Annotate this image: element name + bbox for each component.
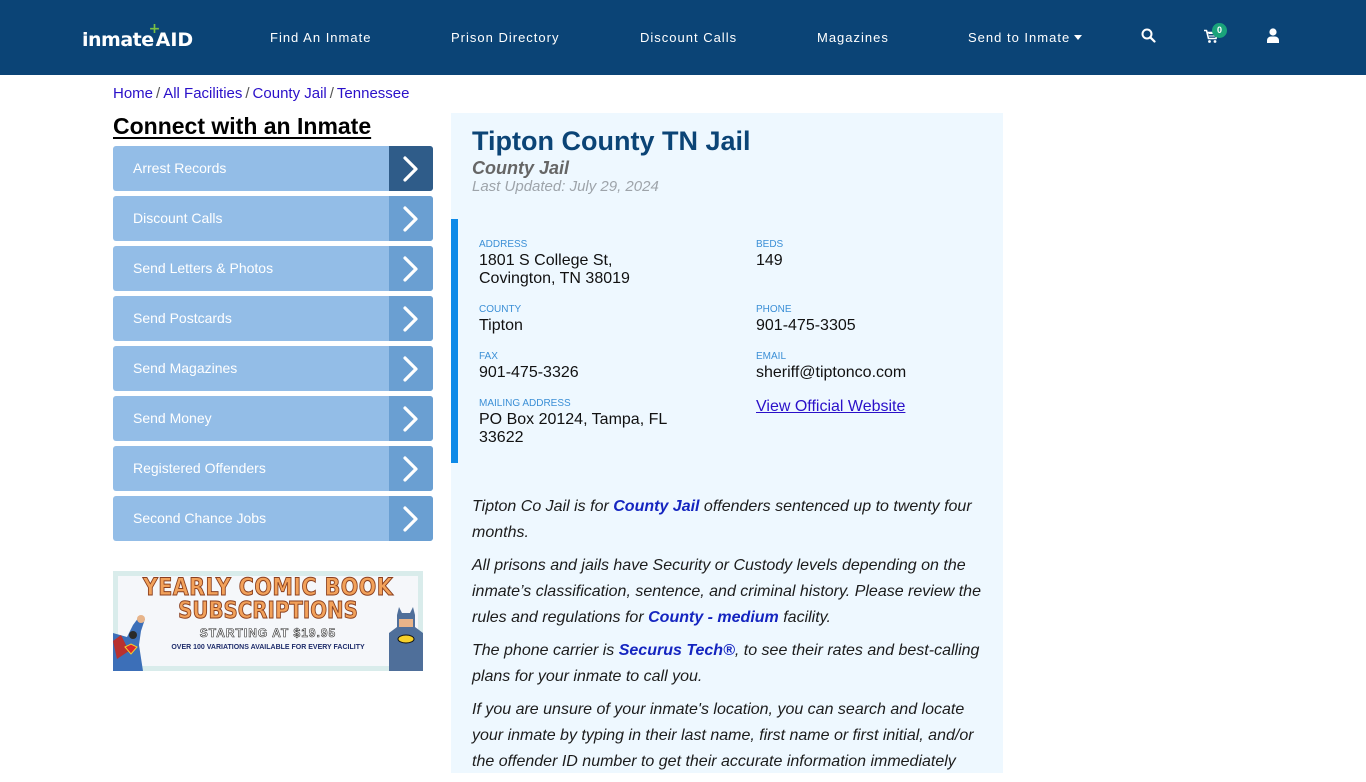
caret-down-icon (1074, 35, 1083, 40)
breadcrumb-separator: / (329, 85, 334, 102)
logo-text-aid: + AID (149, 22, 195, 52)
breadcrumb-all-facilities[interactable]: All Facilities (163, 85, 242, 102)
nav-send-to-inmate[interactable]: Send to Inmate (968, 30, 1083, 46)
chevron-right-icon (389, 246, 433, 291)
fax-field: FAX 901-475-3326 (479, 351, 579, 382)
text: facility. (778, 609, 831, 626)
last-updated: Last Updated: July 29, 2024 (472, 178, 659, 195)
facility-description: Tipton Co Jail is for County Jail offend… (472, 494, 987, 782)
chevron-right-icon (389, 146, 433, 191)
description-paragraph: If you are unsure of your inmate's locat… (472, 701, 974, 770)
phone-carrier-link[interactable]: Securus Tech® (619, 642, 735, 659)
sidebar-item-arrest-records[interactable]: Arrest Records (113, 146, 433, 191)
nav-prison-directory[interactable]: Prison Directory (451, 30, 559, 46)
sidebar-item-label: Second Chance Jobs (133, 510, 267, 526)
mailing-address-field: MAILING ADDRESS PO Box 20124, Tampa, FL … (479, 398, 667, 447)
beds-label: BEDS (756, 239, 784, 250)
nav-magazines[interactable]: Magazines (817, 30, 889, 46)
phone-label: PHONE (756, 304, 792, 315)
chevron-right-icon (389, 446, 433, 491)
phone-field: PHONE 901-475-3305 (756, 304, 856, 335)
county-jail-link[interactable]: County Jail (613, 498, 699, 515)
text: The phone carrier is (472, 642, 619, 659)
address-line2: Covington, TN 38019 (479, 270, 630, 287)
sidebar-item-send-postcards[interactable]: Send Postcards (113, 296, 433, 341)
county-label: COUNTY (479, 304, 522, 315)
beds-value: 149 (756, 252, 783, 269)
description-paragraph: Tipton Co Jail is for County Jail offend… (472, 494, 987, 546)
chevron-right-icon (389, 346, 433, 391)
sidebar-item-send-money[interactable]: Send Money (113, 396, 433, 441)
address-line1: 1801 S College St, (479, 252, 613, 269)
breadcrumb-home[interactable]: Home (113, 85, 153, 102)
view-official-website-link[interactable]: View Official Website (756, 398, 905, 416)
banner-headline-2: SUBSCRIPTIONS (178, 598, 359, 624)
email-label: EMAIL (756, 351, 787, 362)
sidebar-item-label: Send Magazines (133, 360, 238, 376)
sidebar-item-label: Send Postcards (133, 310, 232, 326)
sidebar-item-send-magazines[interactable]: Send Magazines (113, 346, 433, 391)
inmateaid-logo[interactable]: inmate + AID (82, 22, 195, 52)
breadcrumb: Home / All Facilities / County Jail / Tennesse… (113, 85, 409, 102)
security-level-link[interactable]: County - medium (648, 609, 779, 626)
description-paragraph: The phone carrier is Securus Tech®, to s… (472, 638, 987, 690)
county-value: Tipton (479, 317, 523, 334)
fax-value: 901-475-3326 (479, 364, 579, 381)
sidebar-item-label: Send Money (133, 410, 212, 426)
breadcrumb-tennessee[interactable]: Tennessee (337, 85, 410, 102)
user-icon[interactable] (1267, 28, 1279, 48)
chevron-right-icon (389, 396, 433, 441)
logo-aid-label: AID (155, 29, 194, 51)
email-field: EMAIL sheriff@tiptonco.com (756, 351, 906, 382)
sidebar-menu: Arrest Records Discount Calls Send Lette… (113, 146, 433, 546)
facility-title: Tipton County TN Jail (472, 126, 751, 156)
breadcrumb-separator: / (245, 85, 250, 102)
facility-type: County Jail (472, 158, 570, 178)
phone-value: 901-475-3305 (756, 317, 856, 334)
text: Tipton Co Jail is for (472, 498, 614, 515)
facility-info-card: ADDRESS 1801 S College St, Covington, TN… (451, 219, 1003, 463)
nav-discount-calls[interactable]: Discount Calls (640, 30, 737, 46)
facility-panel: Tipton County TN Jail County Jail Last U… (451, 113, 1003, 773)
logo-plus-icon: + (148, 21, 161, 37)
chevron-right-icon (389, 196, 433, 241)
comic-subscription-banner[interactable]: YEARLY COMIC BOOK SUBSCRIPTIONS STARTING… (113, 571, 423, 671)
top-navbar: inmate + AID Find An Inmate Prison Direc… (0, 0, 1366, 75)
fax-label: FAX (479, 351, 498, 362)
breadcrumb-separator: / (156, 85, 161, 102)
logo-text-inmate: inmate (82, 29, 154, 51)
website-field: View Official Website (756, 397, 905, 416)
mailing-address-line2: 33622 (479, 429, 524, 446)
sidebar-item-label: Registered Offenders (133, 460, 266, 476)
search-icon[interactable] (1141, 28, 1156, 48)
chevron-right-icon (389, 296, 433, 341)
sidebar-item-label: Arrest Records (133, 160, 227, 176)
address-label: ADDRESS (479, 239, 528, 250)
breadcrumb-county-jail[interactable]: County Jail (253, 85, 327, 102)
chevron-right-icon (389, 496, 433, 541)
sidebar-item-discount-calls[interactable]: Discount Calls (113, 196, 433, 241)
banner-price: STARTING AT $19.95 (199, 626, 337, 641)
nav-send-to-inmate-label: Send to Inmate (968, 30, 1071, 45)
county-field: COUNTY Tipton (479, 304, 523, 335)
description-paragraph: All prisons and jails have Security or C… (472, 553, 987, 631)
banner-headline: YEARLY COMIC BOOK (142, 573, 394, 601)
beds-field: BEDS 149 (756, 239, 783, 270)
sidebar-item-label: Send Letters & Photos (133, 260, 274, 276)
address-field: ADDRESS 1801 S College St, Covington, TN… (479, 239, 630, 288)
sidebar-item-send-letters-photos[interactable]: Send Letters & Photos (113, 246, 433, 291)
sidebar-item-label: Discount Calls (133, 210, 223, 226)
sidebar-item-registered-offenders[interactable]: Registered Offenders (113, 446, 433, 491)
nav-find-an-inmate[interactable]: Find An Inmate (270, 30, 371, 46)
sidebar-item-second-chance-jobs[interactable]: Second Chance Jobs (113, 496, 433, 541)
email-value: sheriff@tiptonco.com (756, 364, 907, 381)
mailing-address-line1: PO Box 20124, Tampa, FL (479, 411, 668, 428)
cart-count-badge: 0 (1212, 23, 1227, 38)
mailing-address-label: MAILING ADDRESS (479, 398, 571, 409)
banner-tagline: OVER 100 VARIATIONS AVAILABLE FOR EVERY … (171, 644, 365, 651)
sidebar-title: Connect with an Inmate (113, 113, 372, 139)
